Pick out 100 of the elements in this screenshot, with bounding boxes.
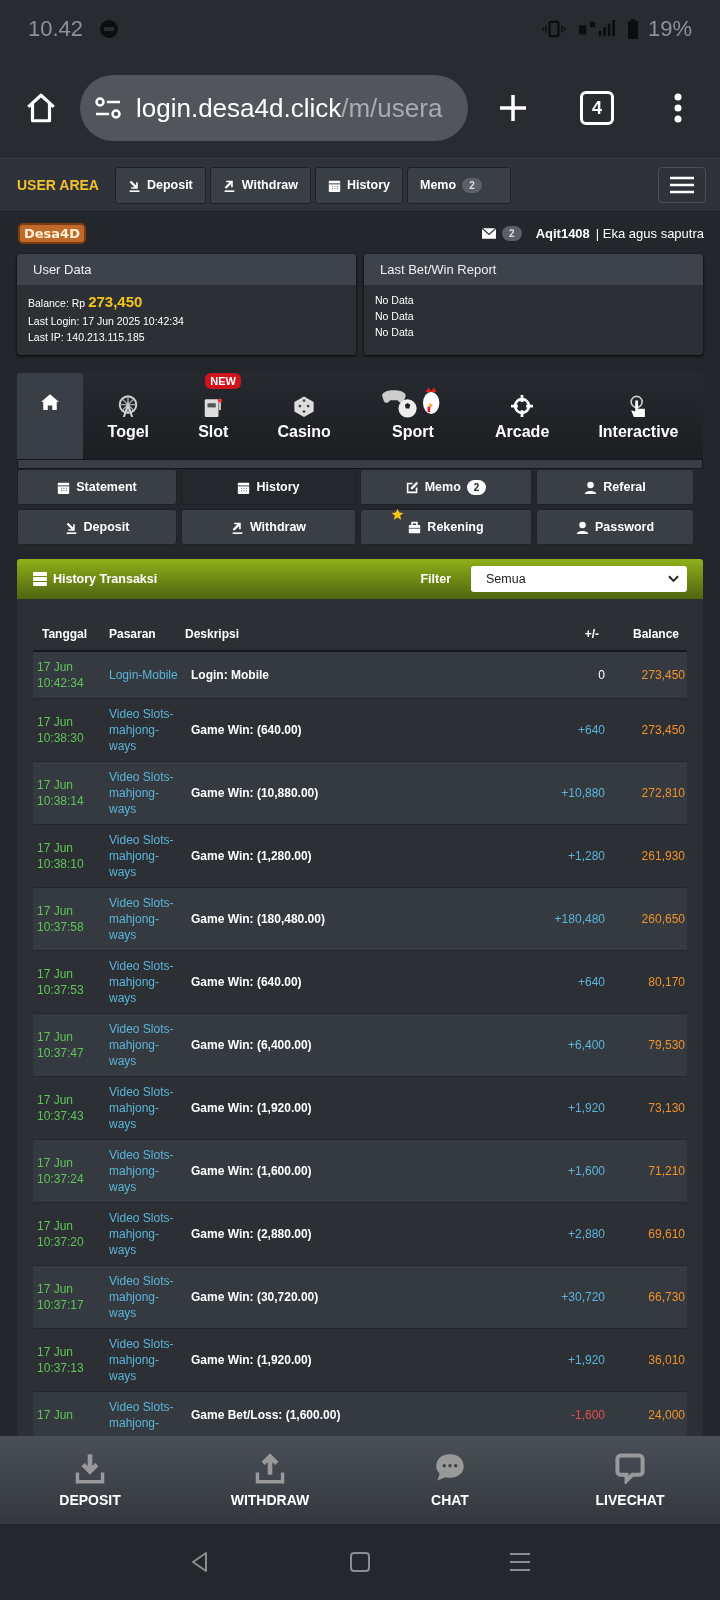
site-logo[interactable]: Desa4D [18,222,86,244]
table-cell-text: 17 Jun 10:42:34 [36,659,85,691]
table-cell-text: 71,210 [647,1163,686,1179]
home-icon [41,393,59,411]
table-cell-text: 273,450 [640,667,686,683]
table-cell-text: 17 Jun 10:37:47 [36,1029,85,1061]
filter-label: Filter [420,572,451,586]
card-title: User Data [17,254,356,285]
report-text: No Data [375,325,415,340]
chat-bubble-icon [99,19,120,39]
category-tab[interactable]: Sport [355,373,471,459]
table-cell-text: 17 Jun 10:37:58 [36,903,85,935]
table-cell-text: +10,880 [560,785,606,801]
nav-button[interactable]: Deposit [114,166,206,204]
download-icon [74,1452,106,1484]
bottom-nav-button[interactable]: DEPOSIT [0,1436,180,1524]
category-tab[interactable]: Interactive [573,373,703,459]
column-header: Balance [631,626,680,642]
table-cell-text: Game Win: (30,720.00) [190,1289,320,1305]
menu-tab-button[interactable]: Referal [536,469,694,505]
edit-icon [405,480,419,494]
table-cell-text: Video Slots-mahjong- [109,1399,175,1431]
table-cell-text: Video Slots-mahjong-ways [109,1336,175,1384]
table-cell-text: 17 Jun [36,1407,75,1423]
table-cell-text: 80,170 [647,974,686,990]
recent-apps-icon[interactable] [508,1550,532,1574]
table-cell-text: 273,450 [640,722,686,738]
chevron-down-icon [668,575,679,583]
full-name: | Eka agus saputra [595,225,704,241]
table-cell-text: 261,930 [640,848,686,864]
site-settings-icon[interactable] [94,96,122,120]
menu-tab-button[interactable]: History [181,469,356,505]
last-login-text: Last Login: 17 Jun 2025 10:42:34 [28,314,185,329]
table-cell-text: Game Bet/Loss: (1,600.00) [190,1407,342,1423]
mail-icon[interactable] [482,227,497,239]
address-bar[interactable]: login.desa4d.click/m/usera [80,75,468,141]
card-title: Last Bet/Win Report [364,254,703,285]
table-cell-text: Video Slots-mahjong-ways [109,832,175,880]
table-cell-text: +6,400 [566,1037,606,1053]
table-cell-text: 17 Jun 10:38:30 [36,714,85,746]
table-cell-text: Video Slots-mahjong-ways [109,1147,175,1195]
home-icon[interactable] [24,91,58,125]
table-cell-text: 17 Jun 10:37:13 [36,1344,85,1376]
table-cell-text: 17 Jun 10:37:20 [36,1218,85,1250]
upload-icon [254,1452,286,1484]
bottom-nav-button[interactable]: LIVECHAT [540,1436,720,1524]
deposit-icon [127,178,141,192]
menu-tab-button[interactable]: Withdraw [181,509,356,545]
username: Aqit1408 [535,225,590,241]
menu-tab-button[interactable]: Rekening [360,509,532,545]
table-cell-text: 69,610 [647,1226,686,1242]
filter-select[interactable]: Semua [471,566,687,592]
more-menu-icon[interactable] [674,93,682,123]
report-text: No Data [375,293,415,308]
ferris-wheel-icon [117,395,140,417]
category-tab[interactable] [17,373,83,459]
new-tab-icon[interactable] [498,93,528,123]
user-area-title: USER AREA [17,177,99,193]
last-ip-text: Last IP: 140.213.115.185 [28,330,146,345]
home-button-icon[interactable] [348,1550,372,1574]
category-tab[interactable]: Togel [83,373,174,459]
category-tab[interactable]: NEW Slot [173,373,253,459]
category-tab[interactable]: Casino [252,373,356,459]
bottom-nav-button[interactable]: CHAT [360,1436,540,1524]
user-icon [575,520,589,534]
list-icon [33,572,47,586]
table-cell-text: Game Win: (6,400.00) [190,1037,313,1053]
balance-value: 273,450 [88,293,143,310]
calendar-icon [57,480,71,494]
crosshair-icon [511,395,534,417]
table-cell-text: 73,130 [647,1100,686,1116]
nav-button[interactable]: History [314,166,403,204]
table-cell-text: -1,600 [569,1407,606,1423]
table-cell-text: 24,000 [647,1407,686,1423]
table-cell-text: Game Win: (1,920.00) [190,1100,313,1116]
calendar-icon [327,178,341,192]
mail-count-badge: 2 [502,225,522,241]
table-cell-text: Game Win: (640.00) [190,974,303,990]
user-icon [584,480,598,494]
table-cell-text: 260,650 [640,911,686,927]
menu-tab-button[interactable]: Statement [17,469,177,505]
menu-tab-button[interactable]: Deposit [17,509,177,545]
category-tab[interactable]: Arcade [470,373,574,459]
menu-button[interactable] [658,167,706,203]
table-cell-text: Login-Mobile [109,667,179,683]
menu-tab-button[interactable]: Memo 2 [360,469,532,505]
report-text: No Data [375,309,415,324]
bottom-nav-button[interactable]: WITHDRAW [180,1436,360,1524]
balance-label: Balance: Rp [28,297,86,309]
menu-tab-button[interactable]: Password [536,509,694,545]
nav-button[interactable]: Withdraw [209,166,311,204]
table-cell-text: Game Win: (1,280.00) [190,848,313,864]
table-cell-text: Video Slots-mahjong-ways [109,1273,175,1321]
table-cell-text: +1,280 [566,848,606,864]
nav-button[interactable]: Memo 2 [407,166,511,204]
table-cell-text: 17 Jun 10:37:24 [36,1155,85,1187]
calendar-icon [237,480,251,494]
table-cell-text: Game Win: (640.00) [190,722,303,738]
table-cell-text: +1,600 [566,1163,606,1179]
tab-count-button[interactable]: 4 [580,91,614,125]
